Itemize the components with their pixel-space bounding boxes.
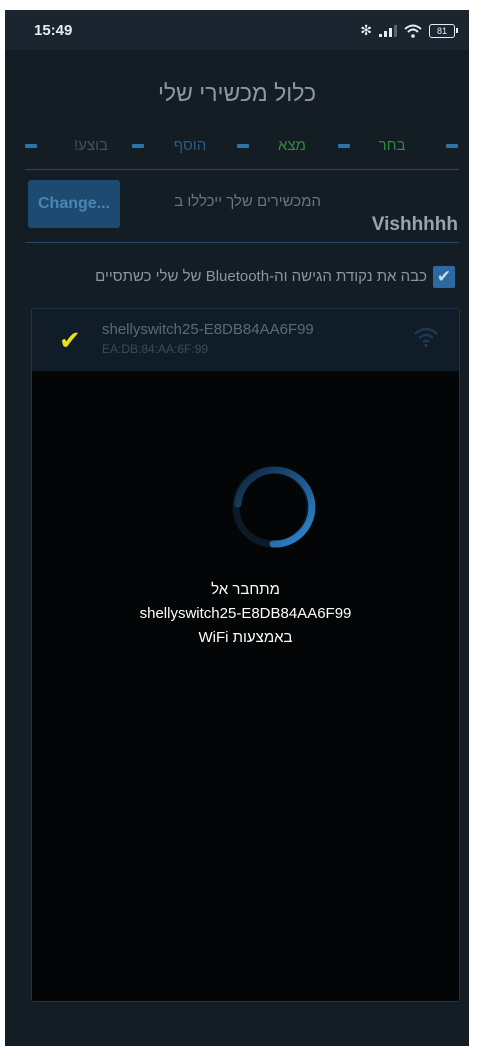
bluetooth-label: כבה את נקודת הגישה וה-Bluetooth של שלי כ… [95,268,427,285]
step-add: הוסף [173,137,207,154]
network-name: Vishhhhh [371,214,458,235]
device-mac: EA:DB:84:AA:6F:99 [102,342,209,356]
connecting-device-name: shellyswitch25-E8DB84AA6F99 [139,605,352,622]
bluetooth-icon: ✻ [360,22,372,38]
device-list-item[interactable]: ✔ shellyswitch25-E8DB84AA6F99 EA:DB:84:A… [32,309,459,371]
network-hint: המכשירים שלך ייכללו ב [174,193,321,210]
step-separator [338,144,350,148]
check-icon[interactable]: ✔ [59,325,81,356]
device-name: shellyswitch25-E8DB84AA6F99 [102,321,314,338]
phone-screen: 15:49 ✻ 81 כלול מכשירי שלי בוצע! הוסף מצ… [5,10,469,1046]
step-find: מצא [278,137,306,154]
battery-icon: 81 [429,23,458,38]
divider [25,242,459,243]
step-done: בוצע! [74,137,108,154]
wifi-icon [404,24,422,38]
connecting-line-1: מתחבר אל [211,581,280,598]
loading-spinner-icon [232,466,316,548]
wifi-signal-icon [414,327,438,348]
bluetooth-checkbox[interactable]: ✔ [433,266,455,288]
cellular-signal-icon [379,24,397,37]
step-separator [446,144,458,148]
step-progress: בוצע! הוסף מצא בחר [5,137,469,157]
status-icons: ✻ 81 [360,22,458,39]
page-title: כלול מכשירי שלי [157,80,317,106]
device-list: ✔ shellyswitch25-E8DB84AA6F99 EA:DB:84:A… [31,308,460,1002]
divider [25,169,459,170]
bluetooth-toggle-row[interactable]: ✔ כבה את נקודת הגישה וה-Bluetooth של שלי… [25,265,455,295]
change-network-button[interactable]: Change... [28,180,120,228]
status-time: 15:49 [34,22,73,39]
step-separator [25,144,37,148]
connecting-line-3: באמצעות WiFi [198,629,293,646]
status-bar: 15:49 ✻ 81 [5,10,469,50]
check-icon: ✔ [436,267,452,286]
step-separator [132,144,144,148]
step-separator [237,144,249,148]
step-choose: בחר [378,137,406,154]
